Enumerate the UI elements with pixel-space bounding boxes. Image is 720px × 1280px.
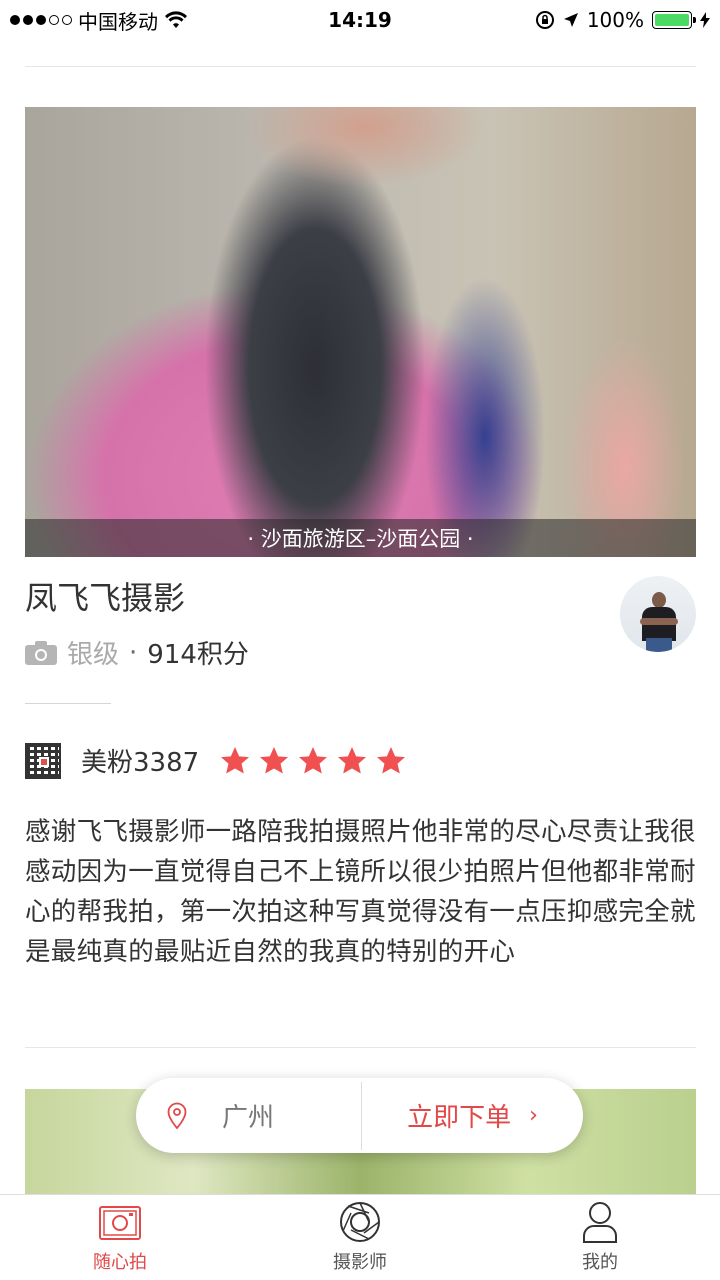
camera-icon <box>25 640 57 665</box>
star-icon <box>338 746 367 774</box>
portfolio-photo[interactable]: · 沙面旅游区–沙面公园 · <box>25 107 696 557</box>
top-divider <box>25 66 696 67</box>
rotation-lock-icon <box>535 11 554 29</box>
photographer-avatar[interactable] <box>620 576 696 652</box>
aperture-icon <box>340 1202 380 1242</box>
tab-suixinpai[interactable]: 随心拍 <box>0 1195 240 1280</box>
star-icon <box>377 746 406 774</box>
photographer-meta: 银级 · 914积分 <box>25 634 249 671</box>
photographer-level: 银级 <box>67 640 120 670</box>
signal-icon <box>10 15 72 25</box>
person-icon <box>583 1202 617 1243</box>
battery-percent: 100% <box>586 8 644 32</box>
city-selector[interactable]: 广州 <box>136 1078 361 1153</box>
location-caption: · 沙面旅游区–沙面公园 · <box>25 519 696 557</box>
chevron-right-icon: › <box>529 1103 538 1128</box>
tab-label: 摄影师 <box>333 1252 387 1273</box>
reviewer-name: 美粉3387 <box>81 748 200 778</box>
photographer-points: 914积分 <box>147 640 249 670</box>
tab-label: 随心拍 <box>93 1252 147 1273</box>
review-text: 感谢飞飞摄影师一路陪我拍摄照片他非常的尽心尽责让我很感动因为一直觉得自己不上镜所… <box>25 817 696 967</box>
charging-icon <box>700 12 710 28</box>
order-now-button[interactable]: 立即下单 › <box>362 1097 583 1134</box>
order-bar: 广州 立即下单 › <box>136 1078 583 1153</box>
location-arrow-icon <box>563 13 578 27</box>
order-now-label: 立即下单 <box>407 1103 512 1133</box>
battery-icon <box>652 11 696 29</box>
wifi-icon <box>165 11 187 28</box>
city-label: 广州 <box>222 1103 275 1133</box>
tab-mine[interactable]: 我的 <box>480 1195 720 1280</box>
star-icon <box>260 746 289 774</box>
short-divider <box>25 703 111 704</box>
star-icon <box>299 746 328 774</box>
tab-photographer[interactable]: 摄影师 <box>240 1195 480 1280</box>
tab-bar: 随心拍 摄影师 我的 <box>0 1194 720 1280</box>
section-divider <box>25 1047 696 1048</box>
review-header: 美粉3387 <box>25 742 407 779</box>
location-pin-icon <box>167 1102 187 1129</box>
status-right: 100% <box>450 8 710 32</box>
status-bar: 中国移动 14:19 100% <box>0 0 720 40</box>
tab-label: 我的 <box>582 1252 618 1273</box>
status-left: 中国移动 <box>10 6 270 35</box>
meta-separator: · <box>129 637 138 668</box>
camera-icon <box>99 1206 141 1240</box>
carrier-label: 中国移动 <box>78 9 158 34</box>
reviewer-avatar[interactable] <box>25 742 61 779</box>
photographer-name[interactable]: 凤飞飞摄影 <box>25 573 185 619</box>
star-icon <box>221 746 250 774</box>
rating-stars <box>219 745 407 777</box>
status-time: 14:19 <box>328 8 392 32</box>
